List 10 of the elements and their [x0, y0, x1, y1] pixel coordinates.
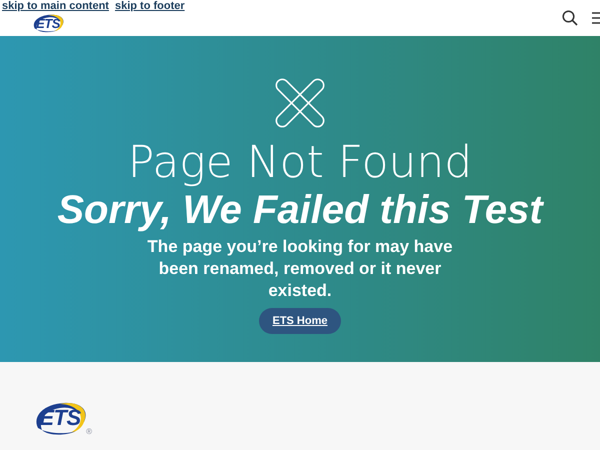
cross-icon: [273, 76, 327, 130]
skip-link[interactable]: skip to footer: [114, 0, 185, 13]
skip-link[interactable]: skip to main content: [2, 0, 109, 13]
menu-icon[interactable]: [592, 12, 600, 24]
registered-mark: ®: [86, 427, 92, 436]
page-subtitle: Sorry, We Failed this Test: [57, 187, 543, 234]
search-icon[interactable]: [562, 10, 578, 26]
error-message: The page you’re looking for may have been renamed, removed or it never existed.: [146, 236, 454, 302]
page-title: Page Not Found: [128, 140, 472, 186]
home-button[interactable]: ETS Home: [259, 308, 340, 334]
